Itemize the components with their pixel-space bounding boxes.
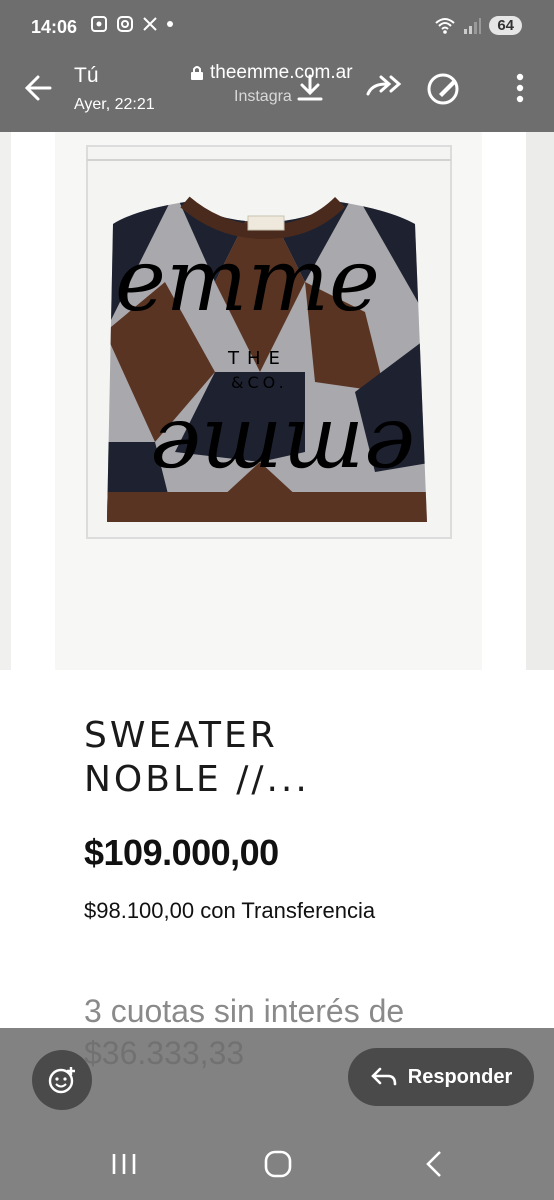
sweater-illustration: emme emme THE &CO. bbox=[86, 145, 452, 539]
instagram-icon bbox=[117, 16, 133, 32]
product-title-line1: SWEATER bbox=[84, 715, 278, 756]
carousel-prev-image[interactable] bbox=[0, 132, 11, 670]
wifi-icon bbox=[435, 17, 455, 34]
svg-text:emme: emme bbox=[115, 231, 380, 331]
status-right: 64 bbox=[435, 16, 522, 35]
carousel-next-image[interactable] bbox=[526, 132, 554, 670]
message-timestamp: Ayer, 22:21 bbox=[74, 96, 155, 113]
product-title: SWEATER NOBLE //... bbox=[84, 714, 310, 802]
status-bar: 14:06 64 bbox=[0, 0, 554, 56]
signal-icon bbox=[464, 17, 482, 34]
source-hint: Instagra bbox=[234, 88, 292, 105]
svg-text:THE: THE bbox=[227, 348, 288, 369]
recent-apps-icon[interactable] bbox=[104, 1148, 144, 1180]
product-title-line2: NOBLE //... bbox=[84, 759, 310, 800]
download-icon[interactable] bbox=[290, 68, 330, 108]
reply-arrow-icon bbox=[370, 1067, 397, 1086]
transfer-price: $98.100,00 con Transferencia bbox=[84, 898, 376, 923]
forward-icon[interactable] bbox=[362, 68, 402, 108]
reply-button[interactable]: Responder bbox=[348, 1048, 534, 1106]
lock-icon bbox=[191, 66, 203, 80]
battery-level: 64 bbox=[489, 16, 522, 35]
add-reaction-button[interactable] bbox=[32, 1050, 92, 1110]
product-price: $109.000,00 bbox=[84, 832, 279, 873]
notification-icons bbox=[90, 15, 174, 33]
system-navigation-bar bbox=[0, 1128, 554, 1200]
sender-name: Tú bbox=[74, 64, 99, 87]
viewer-app-bar: Tú Ayer, 22:21 theemme.com.ar Instagra bbox=[0, 56, 554, 132]
page-url: theemme.com.ar bbox=[210, 62, 353, 83]
dot-icon bbox=[167, 21, 173, 27]
svg-text:emme: emme bbox=[150, 401, 415, 501]
x-icon bbox=[143, 17, 157, 31]
more-options-icon[interactable] bbox=[500, 68, 540, 108]
status-time: 14:06 bbox=[31, 17, 78, 37]
top-overlay: 14:06 64 Tú Ayer, 22:21 theemme.com.ar I… bbox=[0, 0, 554, 132]
emoji-add-icon bbox=[48, 1067, 75, 1094]
product-image[interactable]: emme emme THE &CO. bbox=[55, 132, 482, 670]
back-nav-icon[interactable] bbox=[414, 1148, 454, 1180]
edit-icon[interactable] bbox=[424, 68, 464, 108]
reply-label: Responder bbox=[407, 1065, 513, 1088]
home-icon[interactable] bbox=[258, 1148, 298, 1180]
svg-text:&CO.: &CO. bbox=[231, 373, 288, 392]
back-arrow-icon[interactable] bbox=[20, 70, 56, 106]
gallery-icon bbox=[91, 16, 107, 32]
